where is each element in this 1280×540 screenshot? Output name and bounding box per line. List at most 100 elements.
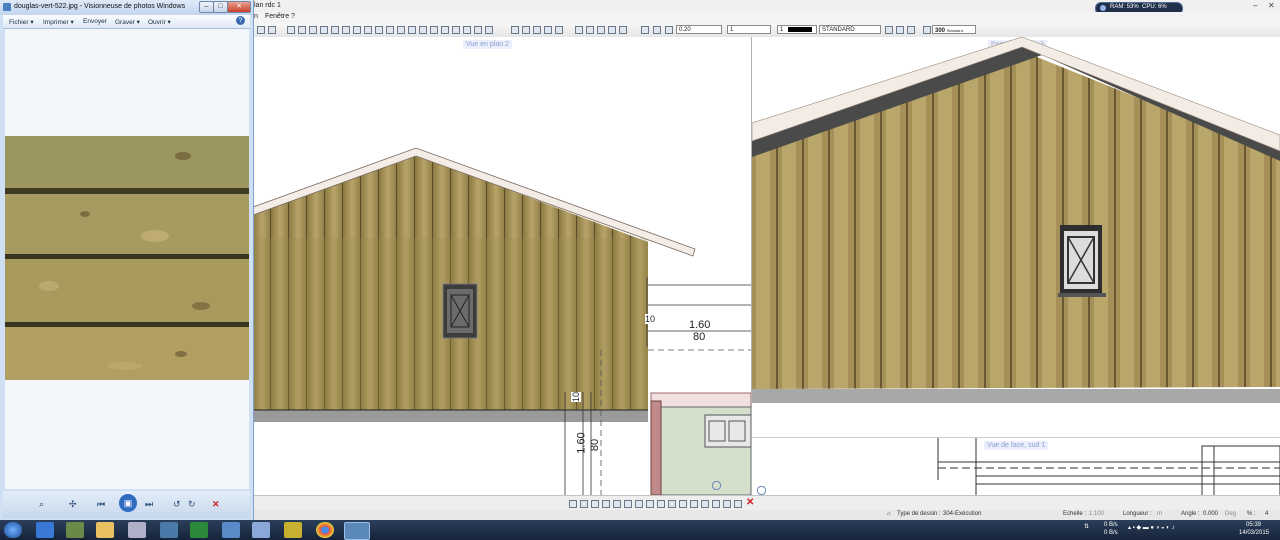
stair-tool-icon[interactable] — [635, 500, 643, 508]
document-icon[interactable] — [160, 522, 178, 538]
next-button[interactable]: ⏭ — [145, 499, 153, 510]
array-icon[interactable] — [463, 26, 471, 34]
internet-explorer-icon[interactable] — [36, 522, 54, 538]
window-tool-icon[interactable] — [624, 500, 632, 508]
menu-imprimer[interactable]: Imprimer ▾ — [43, 18, 74, 26]
window-icon[interactable] — [309, 26, 317, 34]
section-tool-icon[interactable] — [712, 500, 720, 508]
text-icon[interactable] — [485, 26, 493, 34]
frame-icon[interactable] — [331, 26, 339, 34]
excel-icon[interactable] — [190, 522, 208, 538]
help-icon[interactable]: ? — [236, 16, 245, 25]
viewer-title-bar[interactable]: douglas-vert-522.jpg - Visionneuse de ph… — [0, 0, 253, 15]
polyline-icon[interactable] — [544, 26, 552, 34]
link-icon[interactable] — [586, 26, 594, 34]
pencil-icon[interactable] — [653, 26, 661, 34]
eraser-icon[interactable] — [555, 26, 563, 34]
view-icon[interactable] — [342, 26, 350, 34]
slab-tool-icon[interactable] — [657, 500, 665, 508]
color-select[interactable]: 1 — [777, 25, 817, 34]
snap-marker-icon[interactable] — [712, 481, 721, 490]
copy-icon[interactable] — [353, 26, 361, 34]
draw-icon[interactable] — [257, 26, 265, 34]
face-viewport[interactable]: Vue de face, sud 1 — [752, 437, 1280, 496]
clock-date[interactable]: 14/03/2015 — [1239, 530, 1269, 536]
column-tool-icon[interactable] — [668, 500, 676, 508]
rotate-right-button[interactable]: ↻ — [188, 499, 196, 510]
brush-tool-icon[interactable] — [580, 500, 588, 508]
hatch-icon[interactable] — [474, 26, 482, 34]
snap-icon[interactable] — [268, 26, 276, 34]
scale-status-value[interactable]: 1:100 — [1089, 511, 1104, 517]
close-tool-icon[interactable]: ✕ — [746, 497, 754, 508]
dimension-icon[interactable] — [408, 26, 416, 34]
rotate-left-button[interactable]: ↺ — [173, 499, 181, 510]
curve-icon[interactable] — [533, 26, 541, 34]
roof-tool-icon[interactable] — [646, 500, 654, 508]
room-tool-icon[interactable] — [690, 500, 698, 508]
layer-visibility-icon[interactable] — [885, 26, 893, 34]
table-icon[interactable] — [575, 26, 583, 34]
photo-viewer-task-icon[interactable] — [344, 522, 370, 540]
print-icon[interactable] — [287, 26, 295, 34]
line-type-select[interactable]: 1 — [727, 25, 771, 34]
slideshow-button[interactable]: ▣ — [119, 494, 137, 512]
mirror-icon[interactable] — [397, 26, 405, 34]
menu-item-n[interactable]: n — [254, 13, 258, 20]
network-icon[interactable]: ⇅ — [1084, 523, 1089, 530]
fit-button[interactable]: ✣ — [69, 499, 77, 510]
trim-icon[interactable] — [430, 26, 438, 34]
tray-icons[interactable]: ▴ ▪ ◆ ▬ ● ◑ ◒ ◐ ♪ — [1128, 524, 1175, 531]
layer-lock-icon[interactable] — [896, 26, 904, 34]
menu-envoyer[interactable]: Envoyer — [83, 18, 107, 25]
elevation-tool-icon[interactable] — [723, 500, 731, 508]
paint-icon[interactable] — [128, 522, 146, 538]
paste-icon[interactable] — [364, 26, 372, 34]
layer-select[interactable]: STANDARD — [819, 25, 881, 34]
close-icon[interactable]: ✕ — [1268, 1, 1275, 10]
beam-tool-icon[interactable] — [679, 500, 687, 508]
wall-tool-icon[interactable] — [602, 500, 610, 508]
elevation-viewport[interactable]: Vue en plan 2 10 1.60 80 10 1.60 80 — [253, 37, 751, 495]
menu-graver[interactable]: Graver ▾ — [115, 18, 140, 26]
explorer-icon[interactable] — [96, 522, 114, 538]
snap-marker-icon[interactable] — [757, 486, 766, 495]
angle-unit[interactable]: Deg — [1225, 511, 1236, 517]
word-app-icon[interactable] — [284, 522, 302, 538]
inspect-icon[interactable] — [619, 26, 627, 34]
layers-icon[interactable] — [298, 26, 306, 34]
line-icon[interactable] — [511, 26, 519, 34]
chrome-icon[interactable] — [316, 522, 334, 538]
door-tool-icon[interactable] — [613, 500, 621, 508]
pen-width-select[interactable]: 0.20 — [676, 25, 722, 34]
length-unit[interactable]: m — [1157, 511, 1162, 517]
3d-tool-icon[interactable] — [734, 500, 742, 508]
wood-texture-image[interactable] — [5, 136, 249, 380]
menu-item-fenetre[interactable]: Fenêtre — [265, 13, 289, 20]
pen-tool-icon[interactable] — [569, 500, 577, 508]
object-icon[interactable] — [608, 26, 616, 34]
menu-fichier[interactable]: Fichier ▾ — [9, 18, 34, 26]
viewport-divider[interactable] — [751, 37, 752, 495]
angle-value[interactable]: 0.000 — [1203, 511, 1218, 517]
pen-icon[interactable] — [641, 26, 649, 34]
menu-ouvrir[interactable]: Ouvrir ▾ — [148, 18, 171, 26]
close-button[interactable]: ✕ — [227, 1, 251, 13]
label-tool-icon[interactable] — [701, 500, 709, 508]
layer-settings-icon[interactable] — [907, 26, 915, 34]
attribute-icon[interactable] — [597, 26, 605, 34]
start-button-icon[interactable] — [4, 522, 22, 538]
scale-select[interactable]: 300 Standard — [932, 25, 976, 34]
align-icon[interactable] — [441, 26, 449, 34]
minimize-icon[interactable]: – — [1253, 1, 1257, 10]
menu-item-help[interactable]: ? — [291, 13, 295, 20]
delete-button[interactable]: ✕ — [212, 499, 220, 510]
maximize-button[interactable]: □ — [213, 1, 228, 13]
zoom-button[interactable]: ⌕ — [39, 499, 44, 510]
minimize-button[interactable]: – — [199, 1, 214, 13]
previous-button[interactable]: ⏮ — [97, 499, 105, 510]
fill-tool-icon[interactable] — [591, 500, 599, 508]
grid-icon[interactable] — [320, 26, 328, 34]
percent-value[interactable]: 4 — [1265, 511, 1268, 517]
text-tool-icon[interactable] — [522, 26, 530, 34]
